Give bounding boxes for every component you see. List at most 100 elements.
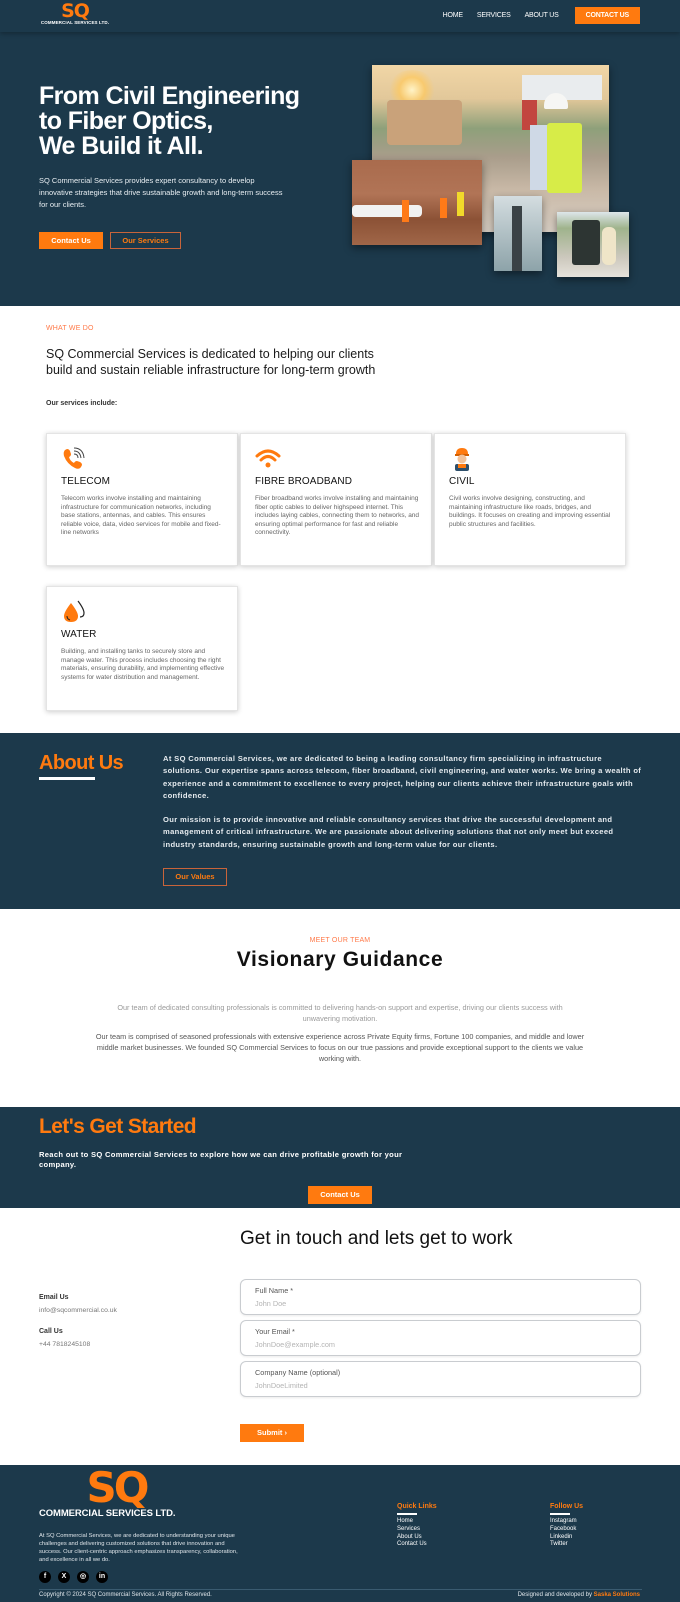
submit-button[interactable]: Submit › <box>240 1424 304 1442</box>
our-services-button[interactable]: Our Services <box>110 232 181 249</box>
footer-divider <box>39 1589 642 1590</box>
main-nav: HOME SERVICES ABOUT US CONTACT US <box>429 7 640 24</box>
email-input[interactable] <box>255 1340 615 1349</box>
footer-link-services[interactable]: Services <box>397 1526 437 1534</box>
title-underline <box>550 1513 570 1515</box>
contact-us-button[interactable]: Contact Us <box>39 232 103 249</box>
footer-logo-text: COMMERCIAL SERVICES LTD. <box>39 1508 176 1519</box>
hero-description: SQ Commercial Services provides expert c… <box>39 176 283 209</box>
credit-prefix: Designed and developed by <box>517 1592 592 1598</box>
cta-text: Reach out to SQ Commercial Services to e… <box>39 1150 403 1169</box>
service-description: Fiber broadband works involve installing… <box>255 495 420 536</box>
copyright: Copyright © 2024 SQ Commercial Services.… <box>39 1592 212 1598</box>
water-drops-icon <box>64 600 85 622</box>
water-tank-photo <box>557 212 629 277</box>
logo-mark: SQ <box>61 0 90 22</box>
service-title: CIVIL <box>449 476 475 487</box>
title-underline <box>39 777 95 780</box>
cta-contact-button[interactable]: Contact Us <box>308 1186 372 1204</box>
footer-link-instagram[interactable]: Instagram <box>550 1518 583 1526</box>
site-footer: SQ COMMERCIAL SERVICES LTD. At SQ Commer… <box>0 1465 680 1602</box>
credit-link[interactable]: Saska Solutions <box>594 1592 640 1598</box>
service-title: TELECOM <box>61 476 111 487</box>
social-icons: f X ◎ in <box>39 1571 115 1583</box>
about-mission-paragraph: Our mission is to provide innovative and… <box>163 815 614 849</box>
cta-title: Let's Get Started <box>39 1115 197 1138</box>
footer-description: At SQ Commercial Services, we are dedica… <box>39 1533 238 1563</box>
services-intro: Our services include: <box>46 400 118 407</box>
nav-contact-button[interactable]: CONTACT US <box>574 7 640 24</box>
phone-label: Call Us <box>39 1328 63 1335</box>
service-card-fibre-broadband: FIBRE BROADBAND Fiber broadband works in… <box>240 433 432 566</box>
quick-links: Quick Links Home Services About Us Conta… <box>397 1503 437 1549</box>
service-title: WATER <box>61 629 97 640</box>
title-underline <box>397 1513 417 1515</box>
instagram-icon[interactable]: ◎ <box>77 1571 89 1583</box>
company-name-field[interactable]: Company Name (optional) <box>240 1361 641 1397</box>
company-name-input[interactable] <box>255 1381 615 1390</box>
hero-title: From Civil Engineering to Fiber Optics, … <box>39 84 339 159</box>
phone-signal-icon <box>63 447 85 469</box>
nav-services[interactable]: SERVICES <box>477 12 511 19</box>
service-card-water: WATER Building, and installing tanks to … <box>46 586 238 711</box>
service-description: Telecom works involve installing and mai… <box>61 495 221 536</box>
quick-links-title: Quick Links <box>397 1503 437 1510</box>
follow-us-title: Follow Us <box>550 1503 584 1510</box>
team-eyebrow: MEET OUR TEAM <box>309 937 371 944</box>
field-label: Full Name * <box>255 1286 294 1295</box>
field-label: Your Email * <box>255 1327 295 1336</box>
contact-title: Get in touch and lets get to work <box>240 1228 513 1249</box>
facebook-icon[interactable]: f <box>39 1571 51 1583</box>
linkedin-icon[interactable]: in <box>96 1571 108 1583</box>
team-section: MEET OUR TEAM Visionary Guidance Our tea… <box>0 909 680 1107</box>
field-label: Company Name (optional) <box>255 1368 341 1377</box>
service-card-telecom: TELECOM Telecom works involve installing… <box>46 433 238 566</box>
footer-link-facebook[interactable]: Facebook <box>550 1526 583 1534</box>
nav-about-us[interactable]: ABOUT US <box>525 12 559 19</box>
x-twitter-icon[interactable]: X <box>58 1571 70 1583</box>
about-title: About Us <box>39 752 124 774</box>
hero-title-line: From Civil Engineering <box>39 82 300 110</box>
service-description: Civil works involve designing, construct… <box>449 495 611 528</box>
telecom-tower-photo <box>494 196 542 271</box>
email-link[interactable]: info@sqcommercial.co.uk <box>39 1307 117 1314</box>
team-lead: Our team of dedicated consulting profess… <box>117 1003 563 1023</box>
footer-logo-mark: SQ <box>86 1463 150 1512</box>
services-eyebrow: WHAT WE DO <box>46 325 94 332</box>
full-name-input[interactable] <box>255 1299 615 1308</box>
fiber-cable-miniature-workers-photo <box>352 160 482 245</box>
construction-worker-icon <box>455 448 469 471</box>
cta-section: Let's Get Started Reach out to SQ Commer… <box>0 1107 680 1208</box>
site-header: SQ COMMERCIAL SERVICES LTD. HOME SERVICE… <box>0 0 680 32</box>
logo-text: COMMERCIAL SERVICES LTD. <box>40 20 110 25</box>
hero-section: From Civil Engineering to Fiber Optics, … <box>0 32 680 306</box>
footer-link-home[interactable]: Home <box>397 1518 437 1526</box>
footer-link-linkedin[interactable]: Linkedin <box>550 1534 583 1542</box>
hero-title-line: We Build it All. <box>39 132 204 160</box>
team-title: Visionary Guidance <box>236 948 444 971</box>
footer-logo[interactable]: SQ COMMERCIAL SERVICES LTD. <box>39 1463 194 1520</box>
footer-link-twitter[interactable]: Twitter <box>550 1541 583 1549</box>
team-body: Our team is comprised of seasoned profes… <box>95 1032 585 1063</box>
hero-title-line: to Fiber Optics, <box>39 107 213 135</box>
service-description: Building, and installing tanks to secure… <box>61 648 225 681</box>
phone-link[interactable]: +44 7818245108 <box>39 1341 90 1348</box>
contact-section: Get in touch and lets get to work Email … <box>0 1208 680 1465</box>
service-title: FIBRE BROADBAND <box>255 476 353 487</box>
about-section: About Us At SQ Commercial Services, we a… <box>0 733 680 909</box>
follow-us: Follow Us Instagram Facebook Linkedin Tw… <box>550 1503 583 1549</box>
email-label: Email Us <box>39 1294 69 1301</box>
service-card-civil: CIVIL Civil works involve designing, con… <box>434 433 626 566</box>
nav-home[interactable]: HOME <box>443 12 463 19</box>
our-values-button[interactable]: Our Values <box>163 868 227 886</box>
logo[interactable]: SQ COMMERCIAL SERVICES LTD. <box>39 0 111 26</box>
services-section: WHAT WE DO SQ Commercial Services is ded… <box>0 306 680 733</box>
services-heading: SQ Commercial Services is dedicated to h… <box>46 347 376 377</box>
footer-link-contact-us[interactable]: Contact Us <box>397 1541 437 1549</box>
credit: Designed and developed by Saska Solution… <box>518 1592 640 1598</box>
footer-link-about-us[interactable]: About Us <box>397 1534 437 1542</box>
email-field[interactable]: Your Email * <box>240 1320 641 1356</box>
wifi-icon <box>255 449 281 468</box>
about-paragraph: At SQ Commercial Services, we are dedica… <box>163 754 642 801</box>
full-name-field[interactable]: Full Name * <box>240 1279 641 1315</box>
